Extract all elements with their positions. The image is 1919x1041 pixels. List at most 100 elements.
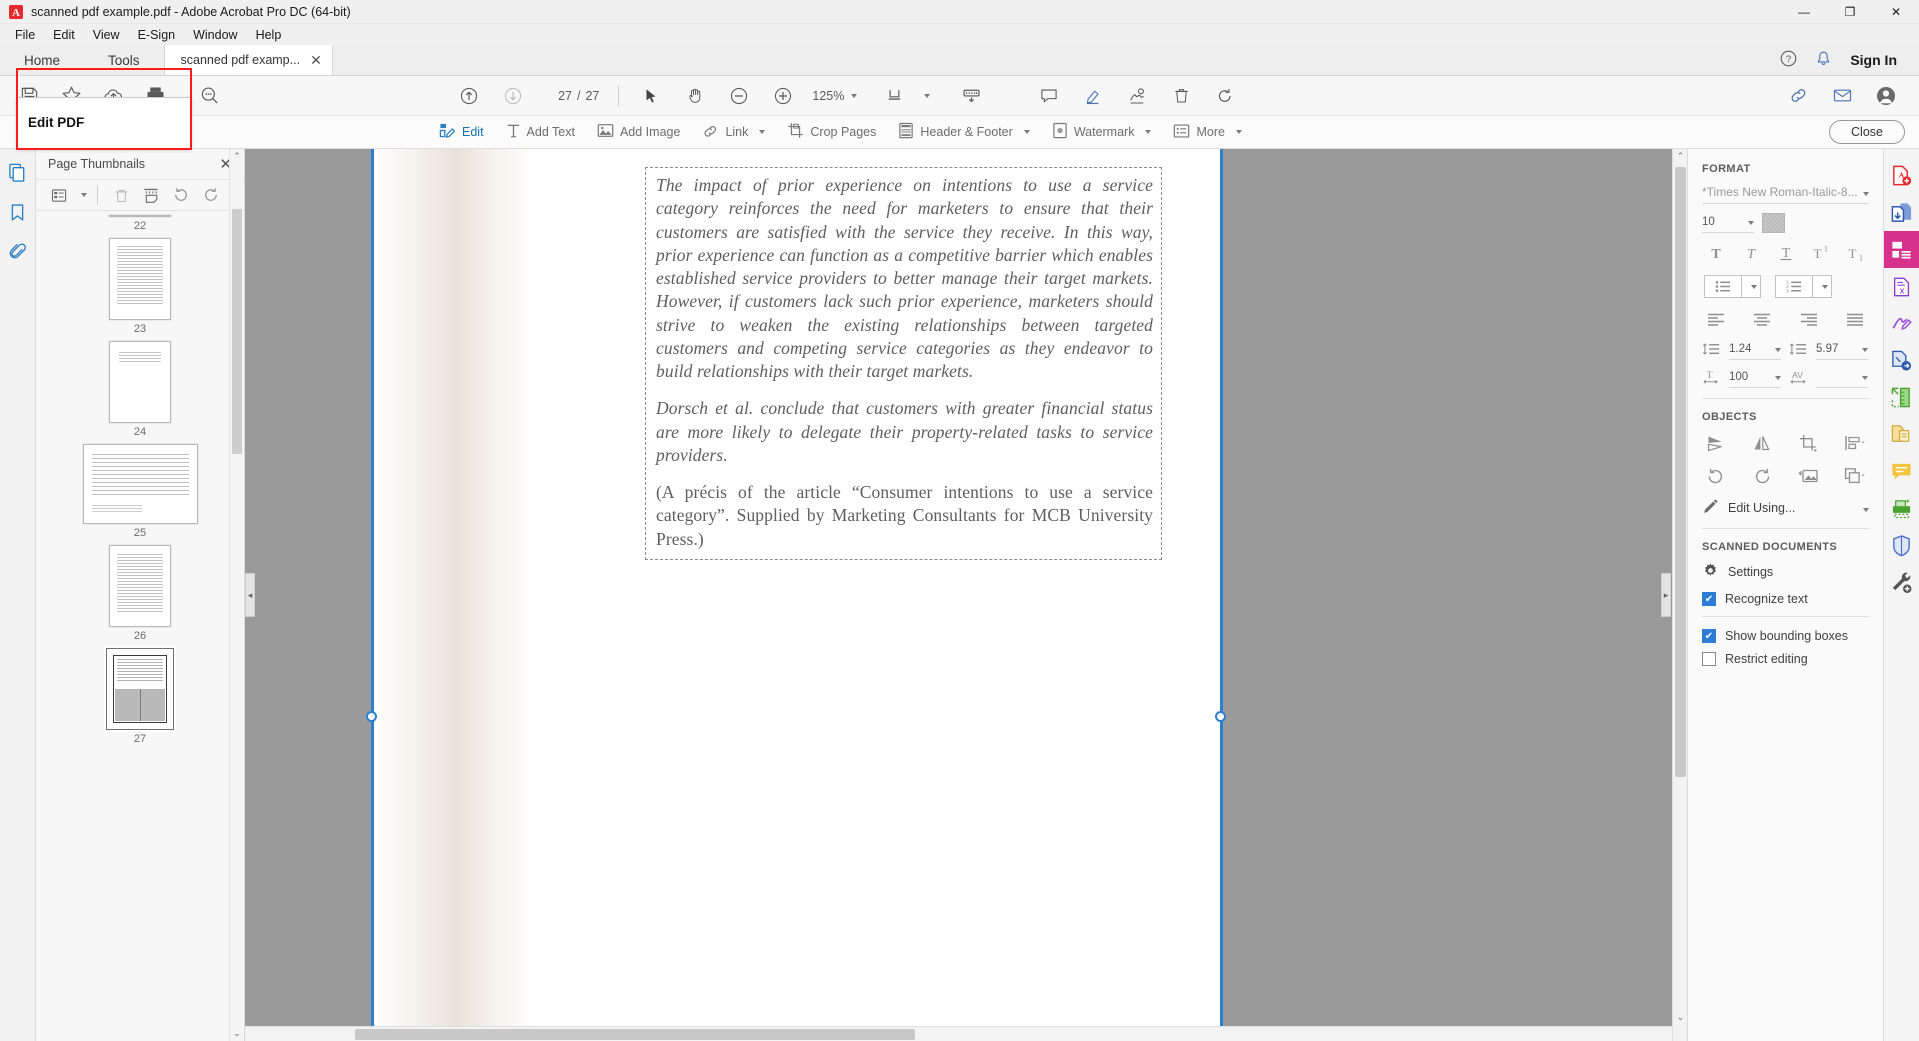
restrict-editing-row[interactable]: Restrict editing [1688,652,1883,666]
share-link-icon[interactable] [1777,79,1819,113]
account-icon[interactable] [1865,79,1907,113]
scroll-up-icon[interactable]: ⌃ [230,149,244,164]
tab-document[interactable]: scanned pdf examp... ✕ [163,45,333,75]
scrollbar-thumb[interactable] [232,209,242,454]
list-item[interactable]: 24 [36,341,244,438]
watermark-chevron-down-icon[interactable] [1145,130,1152,134]
previous-page-icon[interactable] [448,79,490,113]
character-spacing-input[interactable] [1816,369,1868,388]
page-fit-icon[interactable] [875,79,917,113]
search-icon[interactable] [188,79,230,113]
fill-and-sign-icon[interactable] [1116,79,1158,113]
flip-horizontal-icon[interactable] [1750,432,1774,454]
zoom-level-value[interactable]: 125% [812,89,844,103]
crop-pages-button[interactable]: Crop Pages [776,116,887,149]
bold-icon[interactable]: T [1704,242,1728,264]
tab-tools[interactable]: Tools [84,45,164,75]
scroll-down-icon[interactable]: ⌄ [1673,1010,1687,1025]
menu-file[interactable]: File [6,26,44,44]
list-item[interactable]: 23 [36,238,244,335]
comment-icon[interactable] [1028,79,1070,113]
recognize-text-checkbox[interactable]: ✔ [1702,592,1716,606]
settings-row[interactable]: Settings [1688,562,1883,582]
bookmarks-icon[interactable] [5,199,31,225]
align-objects-icon[interactable] [1843,432,1867,454]
menu-window[interactable]: Window [184,26,246,44]
font-name-select[interactable]: *Times New Roman-Italic-8... [1702,184,1869,204]
scrollbar-thumb[interactable] [1675,167,1686,777]
align-right-icon[interactable] [1797,308,1821,330]
horizontal-scale-input[interactable]: 100 [1729,369,1781,388]
font-color-swatch[interactable] [1762,213,1785,233]
collapse-left-panel-handle[interactable]: ◂ [245,573,255,617]
create-pdf-icon[interactable]: A [1884,157,1919,194]
horizontal-scale-chevron-down-icon[interactable] [1775,376,1781,380]
enhance-scans-icon[interactable] [1884,490,1919,527]
crop-image-icon[interactable] [1797,432,1821,454]
recognize-text-row[interactable]: ✔ Recognize text [1688,592,1883,606]
more-button[interactable]: More [1162,116,1252,149]
measure-icon[interactable] [1884,379,1919,416]
bulleted-list-chevron-down-icon[interactable] [1741,276,1760,297]
header-footer-chevron-down-icon[interactable] [1023,130,1030,134]
thumbnails-scrollbar[interactable]: ⌃ ⌄ [229,149,243,1041]
restrict-editing-checkbox[interactable] [1702,652,1716,666]
align-left-icon[interactable] [1704,308,1728,330]
hand-icon[interactable] [674,79,716,113]
delete-pages-icon[interactable] [108,183,134,207]
font-size-chevron-down-icon[interactable] [1748,220,1754,225]
page-thumbnails-icon[interactable] [5,159,31,185]
selection-handle-left[interactable] [366,711,377,722]
highlight-marker-icon[interactable] [1072,79,1114,113]
thumbnails-list[interactable]: 22 23 24 25 26 27 [36,211,244,1041]
list-item[interactable]: 26 [36,545,244,642]
header-footer-button[interactable]: Header & Footer [887,116,1040,149]
tab-home[interactable]: Home [0,45,84,75]
underline-icon[interactable]: T [1774,242,1798,264]
arrange-objects-icon[interactable] [1843,465,1867,487]
delete-icon[interactable] [1160,79,1202,113]
list-item[interactable]: 22 [36,215,244,232]
current-page-input[interactable]: 27 [544,89,572,103]
italic-icon[interactable]: T [1739,242,1763,264]
email-icon[interactable] [1821,79,1863,113]
line-spacing-input[interactable]: 1.24 [1729,341,1781,360]
paragraph-spacing-input[interactable]: 5.97 [1816,341,1868,360]
replace-image-icon[interactable] [1797,465,1821,487]
show-bounding-boxes-row[interactable]: ✔ Show bounding boxes [1688,629,1883,643]
subscript-icon[interactable]: T1 [1843,242,1867,264]
thumbnail-size-options-icon[interactable] [46,183,72,207]
menu-help[interactable]: Help [247,26,291,44]
numbered-list-button[interactable]: 123 [1775,275,1832,298]
bulleted-list-button[interactable] [1704,275,1761,298]
close-window-button[interactable]: ✕ [1873,0,1919,24]
help-icon[interactable]: ? [1780,50,1797,70]
menu-esign[interactable]: E-Sign [129,26,185,44]
close-icon[interactable]: ✕ [310,52,322,69]
close-tool-button[interactable]: Close [1829,120,1905,144]
zoom-out-icon[interactable] [718,79,760,113]
organize-pages-icon[interactable] [1884,416,1919,453]
flip-vertical-icon[interactable] [1704,432,1728,454]
minimize-button[interactable]: — [1781,0,1827,24]
extract-pages-icon[interactable] [138,183,164,207]
superscript-icon[interactable]: T1 [1808,242,1832,264]
editable-text-block[interactable]: The impact of prior experience on intent… [645,167,1162,560]
menu-view[interactable]: View [84,26,129,44]
comment-icon[interactable] [1884,453,1919,490]
rotate-counterclockwise-icon[interactable] [168,183,194,207]
horizontal-scrollbar[interactable] [245,1026,1672,1041]
more-chevron-down-icon[interactable] [1235,130,1242,134]
link-chevron-down-icon[interactable] [759,130,766,134]
scroll-mode-icon[interactable] [950,79,992,113]
scroll-up-icon[interactable]: ⌃ [1673,149,1687,164]
vertical-scrollbar[interactable]: ⌃ ⌄ [1672,149,1687,1041]
rotate-clockwise-icon[interactable] [198,183,224,207]
menu-edit[interactable]: Edit [44,26,84,44]
attachments-icon[interactable] [5,239,31,265]
send-for-signature-icon[interactable] [1884,342,1919,379]
edit-using-chevron-down-icon[interactable] [1863,508,1869,512]
export-pdf-icon[interactable]: X [1884,268,1919,305]
more-tools-icon[interactable] [1884,564,1919,601]
thumbnail-options-chevron-down-icon[interactable] [81,193,87,197]
